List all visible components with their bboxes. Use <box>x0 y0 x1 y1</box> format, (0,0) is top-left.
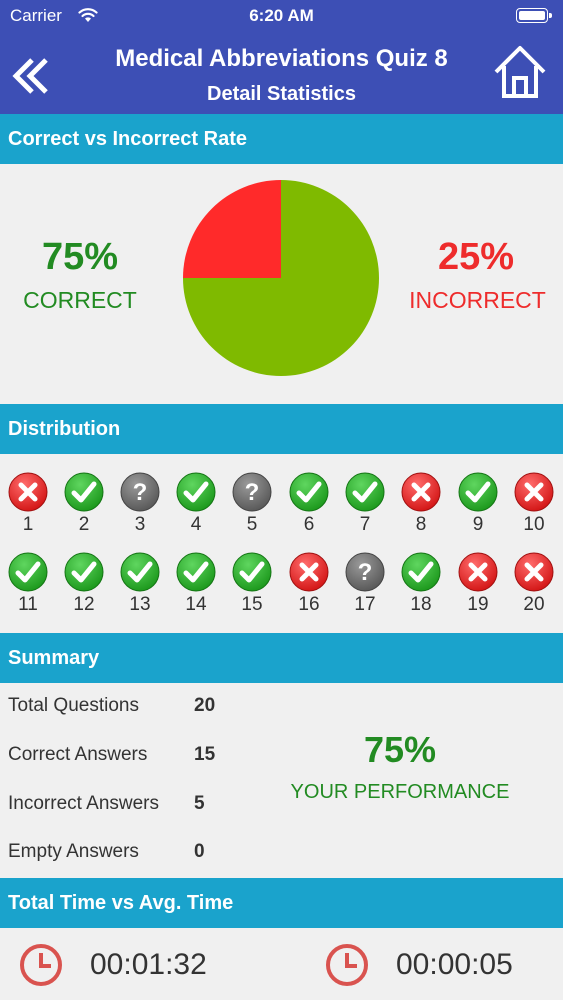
question-cell[interactable]: 4 <box>168 454 224 535</box>
question-number: 1 <box>22 514 34 535</box>
question-cell[interactable]: 12 <box>56 534 112 615</box>
question-cell[interactable]: 2 <box>56 454 112 535</box>
incorrect-answers-value: 5 <box>194 793 205 814</box>
question-cell[interactable]: 11 <box>0 534 56 615</box>
cross-icon <box>8 472 48 512</box>
check-icon <box>120 552 160 592</box>
question-cell[interactable]: 20 <box>506 534 562 615</box>
distribution-section-header: Distribution <box>0 404 563 454</box>
check-icon <box>64 472 104 512</box>
total-questions-value: 20 <box>194 695 216 716</box>
question-number: 13 <box>129 594 151 615</box>
question-number: 9 <box>472 514 484 535</box>
cross-icon <box>289 552 329 592</box>
clock-time: 6:20 AM <box>249 6 314 25</box>
cross-icon <box>514 472 554 512</box>
nav-subtitle: Detail Statistics <box>207 83 356 105</box>
question-number: 2 <box>78 514 90 535</box>
question-cell[interactable]: 14 <box>168 534 224 615</box>
question-number: 5 <box>246 514 258 535</box>
nav-title: Medical Abbreviations Quiz 8 <box>115 45 448 72</box>
question-cell[interactable]: 10 <box>506 454 562 535</box>
performance-label: YOUR PERFORMANCE <box>290 781 510 803</box>
check-icon <box>176 552 216 592</box>
total-time-value: 00:01:32 <box>90 948 207 981</box>
pie-chart <box>183 180 379 376</box>
average-time-value: 00:00:05 <box>396 948 513 981</box>
correct-answers-label: Correct Answers <box>8 744 148 765</box>
question-icon: ? <box>232 472 272 512</box>
svg-text:?: ? <box>245 479 260 506</box>
question-cell[interactable]: 16 <box>281 534 337 615</box>
question-cell[interactable]: 15 <box>224 534 280 615</box>
correct-label: CORRECT <box>23 287 137 313</box>
question-cell[interactable]: ? 5 <box>224 454 280 535</box>
question-number: 10 <box>523 514 545 535</box>
empty-answers-label: Empty Answers <box>8 841 139 862</box>
time-section-header: Total Time vs Avg. Time <box>0 878 563 928</box>
question-icon: ? <box>120 472 160 512</box>
question-number: 16 <box>298 594 320 615</box>
question-cell[interactable]: 8 <box>393 454 449 535</box>
question-cell[interactable]: ? 3 <box>112 454 168 535</box>
nav-bar: Medical Abbreviations Quiz 8 Detail Stat… <box>0 32 563 114</box>
question-number: 7 <box>359 514 371 535</box>
question-number: 19 <box>467 594 489 615</box>
question-number: 15 <box>241 594 263 615</box>
question-cell[interactable]: 13 <box>112 534 168 615</box>
svg-text:?: ? <box>133 479 148 506</box>
question-cell[interactable]: 7 <box>337 454 393 535</box>
total-questions-label: Total Questions <box>8 695 139 716</box>
question-icon: ? <box>345 552 385 592</box>
summary-panel: Total Questions 20 Correct Answers 15 In… <box>0 683 563 876</box>
clock-icon <box>326 944 368 986</box>
correct-percentage: 75% <box>41 236 119 278</box>
incorrect-percentage: 25% <box>437 236 515 278</box>
rate-panel: 75% CORRECT 25% INCORRECT <box>0 164 563 402</box>
question-cell[interactable]: 6 <box>281 454 337 535</box>
cross-icon <box>401 472 441 512</box>
question-cell[interactable]: ? 17 <box>337 534 393 615</box>
question-number: 17 <box>354 594 376 615</box>
distribution-grid: 1 2? 3 4? 5 6 7 8 9 10 11 12 13 14 15 16? 17 18 19 20 <box>0 454 563 630</box>
question-number: 18 <box>410 594 432 615</box>
question-cell[interactable]: 18 <box>393 534 449 615</box>
question-number: 11 <box>18 594 38 615</box>
check-icon <box>64 552 104 592</box>
summary-section-header: Summary <box>0 633 563 683</box>
cross-icon <box>458 552 498 592</box>
rate-section-header: Correct vs Incorrect Rate <box>0 114 563 164</box>
question-cell[interactable]: 1 <box>0 454 56 535</box>
check-icon <box>289 472 329 512</box>
check-icon <box>176 472 216 512</box>
question-number: 3 <box>134 514 146 535</box>
question-cell[interactable]: 9 <box>450 454 506 535</box>
incorrect-answers-label: Incorrect Answers <box>8 793 159 814</box>
question-cell[interactable]: 19 <box>450 534 506 615</box>
svg-text:?: ? <box>358 559 373 586</box>
check-icon <box>8 552 48 592</box>
question-number: 6 <box>303 514 315 535</box>
correct-answers-value: 15 <box>194 744 216 765</box>
incorrect-label: INCORRECT <box>409 287 546 313</box>
empty-answers-value: 0 <box>194 841 205 862</box>
home-icon[interactable] <box>490 42 550 102</box>
check-icon <box>232 552 272 592</box>
check-icon <box>458 472 498 512</box>
pie-slice-incorrect <box>183 180 281 278</box>
status-bar: Carrier 6:20 AM <box>0 0 563 32</box>
question-number: 12 <box>73 594 95 615</box>
question-number: 14 <box>185 594 207 615</box>
time-panel: 00:01:32 00:00:05 <box>0 930 563 1000</box>
question-number: 20 <box>523 594 545 615</box>
check-icon <box>401 552 441 592</box>
clock-icon <box>20 944 62 986</box>
cross-icon <box>514 552 554 592</box>
question-number: 8 <box>415 514 427 535</box>
battery-icon <box>516 8 552 23</box>
check-icon <box>345 472 385 512</box>
question-number: 4 <box>190 514 202 535</box>
performance-percentage: 75% <box>363 729 437 770</box>
